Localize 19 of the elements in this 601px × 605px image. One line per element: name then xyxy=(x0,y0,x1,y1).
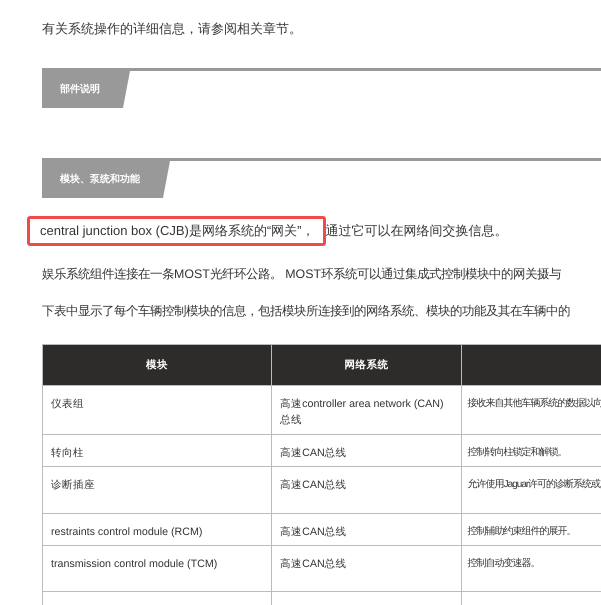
table-cell: transmission control module (TCM) xyxy=(42,546,272,592)
table-cell: 高速CAN总线 xyxy=(272,514,462,546)
highlighted-text: central junction box (CJB)是网络系统的“网关”， xyxy=(27,216,326,246)
table-cell: 诊断插座 xyxy=(42,466,272,514)
section-heading: 模块、泵统和功能 xyxy=(42,161,170,198)
section-heading: 部件说明 xyxy=(42,71,130,108)
intro-text: 有关系统操作的详细信息，请参阅相关章节。 xyxy=(42,20,303,38)
table-cell: 高速CAN总线 xyxy=(272,466,462,514)
paragraph-text: 通过它可以在网络间交换信息。 xyxy=(326,223,508,238)
table-cell: restraints control module (RCM) xyxy=(42,514,272,546)
table-cell: 仪表组 xyxy=(42,386,272,434)
table-cell: 高速controller area network (CAN)总线 xyxy=(272,386,462,434)
table-cell: 转向柱 xyxy=(42,434,272,466)
paragraph-text: 下表中显示了每个车辆控制模块的信息，包括模块所连接到的网络系统、模块的功能及其在车辆中的 xyxy=(42,303,571,320)
table-cell: 高速CAN总线 xyxy=(272,546,462,592)
column-header: 网络系统 xyxy=(272,344,462,386)
paragraph-text: 娱乐系统组件连接在一条MOST光纤环公路。 MOST环系统可以通过集成式控制模块中的网关摄与 xyxy=(42,266,562,283)
column-header: 模块 xyxy=(42,344,272,386)
table-cell: 高速CAN总线 xyxy=(272,434,462,466)
